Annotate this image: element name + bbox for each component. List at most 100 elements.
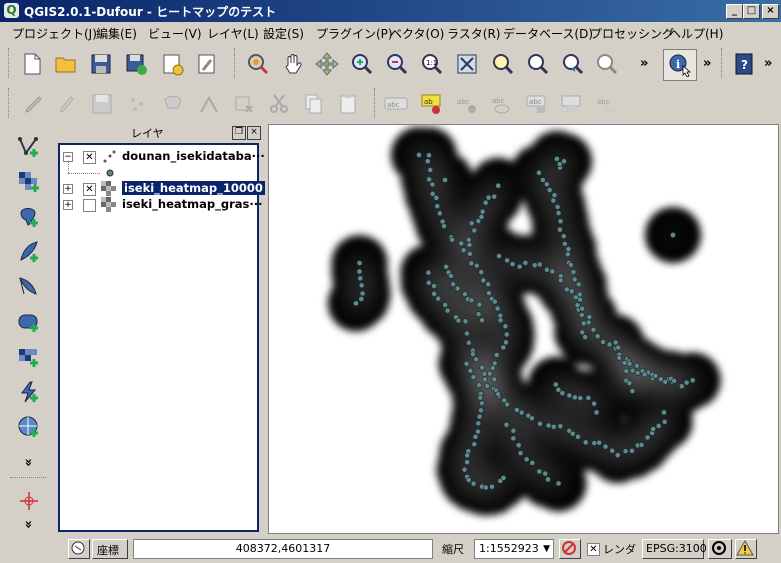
menu-view[interactable]: ビュー(V) [148, 25, 202, 42]
add-vector-layer-icon[interactable] [15, 133, 43, 161]
render-checkbox[interactable]: ✕ [587, 543, 600, 556]
edit-pencil-icon[interactable] [20, 90, 48, 118]
layer-row[interactable]: − ✕ dounan_isekidataba··· [60, 149, 265, 165]
left-toolbar-more-chevron[interactable]: » [21, 458, 36, 466]
menu-layer[interactable]: レイヤ(L) [207, 25, 259, 42]
move-feature-icon[interactable] [160, 90, 188, 118]
zoom-to-layer-icon[interactable] [488, 50, 516, 78]
add-mssql-layer-icon[interactable] [15, 273, 43, 301]
menu-database[interactable]: データベース(D) [503, 25, 593, 42]
new-shapefile-icon[interactable] [15, 487, 43, 515]
zoom-to-selection-icon[interactable] [313, 50, 341, 78]
menu-edit[interactable]: 編集(E) [96, 25, 137, 42]
site-point [571, 394, 578, 401]
maximize-button[interactable]: □ [743, 4, 760, 19]
zoom-actual-size-icon[interactable]: 1:1 [418, 50, 446, 78]
layer-visibility-checkbox[interactable]: ✕ [83, 183, 96, 196]
label-properties-icon[interactable]: abc [593, 90, 621, 118]
change-label-icon[interactable] [558, 90, 586, 118]
add-spatialite-layer-icon[interactable] [15, 238, 43, 266]
menu-plugins[interactable]: プラグイン(P) [316, 25, 393, 42]
expand-toggle[interactable]: + [63, 184, 73, 194]
layers-tree[interactable]: − ✕ dounan_isekidataba··· + ✕ iseki_heat… [58, 143, 265, 532]
panel-splitter[interactable] [263, 124, 267, 534]
coordinate-field[interactable]: 408372,4601317 [133, 539, 433, 559]
layer-row[interactable]: + iseki_heatmap_gras··· [60, 197, 263, 213]
menu-raster[interactable]: ラスタ(R) [447, 25, 500, 42]
close-panel-button[interactable]: × [247, 126, 261, 140]
open-project-icon[interactable] [52, 50, 80, 78]
menu-vector[interactable]: ベクタ(O) [390, 25, 444, 42]
zoom-in-icon[interactable] [348, 50, 376, 78]
pan-to-selection-icon[interactable] [244, 50, 272, 78]
messages-button[interactable] [68, 539, 90, 559]
projection-settings-button[interactable] [708, 539, 732, 559]
move-label-icon[interactable]: abc [488, 90, 516, 118]
layer-visibility-checkbox[interactable] [83, 199, 96, 212]
site-point [449, 236, 456, 243]
pan-icon[interactable] [279, 50, 307, 78]
crs-status-button[interactable]: EPSG:3100 [642, 539, 707, 559]
layer-row[interactable]: + ✕ iseki_heatmap_10000 [60, 181, 265, 197]
rotate-label-icon[interactable]: abc [523, 90, 551, 118]
map-canvas[interactable] [268, 124, 779, 534]
scale-combobox[interactable]: 1:1552923 ▼ [474, 539, 554, 559]
help-icon[interactable]: ? [730, 50, 758, 78]
left-toolbar-more-chevron[interactable]: » [21, 520, 36, 528]
warning-button[interactable] [735, 539, 757, 559]
menu-project[interactable]: プロジェクト(J) [12, 25, 97, 42]
coordinate-toggle-button[interactable]: 座標 [92, 539, 128, 559]
float-panel-button[interactable]: ❐ [232, 126, 246, 140]
menu-processing[interactable]: プロセッシング [590, 25, 674, 42]
identify-icon[interactable]: i [663, 49, 697, 81]
layer-name[interactable]: dounan_isekidataba··· [122, 149, 265, 163]
save-edits-icon[interactable] [88, 90, 116, 118]
cut-icon[interactable] [265, 90, 293, 118]
label-icon[interactable]: abc [382, 90, 410, 118]
composer-manager-icon[interactable] [193, 50, 221, 78]
expand-toggle[interactable]: + [63, 200, 73, 210]
paste-icon[interactable] [334, 90, 362, 118]
refresh-icon[interactable] [592, 50, 620, 78]
site-point [442, 177, 448, 183]
add-oracle-layer-icon[interactable] [15, 308, 43, 336]
toolbar-grip[interactable] [374, 88, 378, 118]
toolbar-grip[interactable] [234, 48, 238, 78]
close-button[interactable]: × [762, 4, 779, 19]
menu-help[interactable]: ヘルプ(H) [669, 25, 723, 42]
add-postgis-layer-icon[interactable] [15, 203, 43, 231]
show-hide-labels-icon[interactable]: abc [453, 90, 481, 118]
layer-visibility-checkbox[interactable]: ✕ [83, 151, 96, 164]
delete-selected-icon[interactable] [230, 90, 258, 118]
toggle-editing-icon[interactable] [53, 90, 81, 118]
new-project-icon[interactable] [18, 50, 46, 78]
pin-label-icon[interactable]: ab [418, 90, 446, 118]
add-wcs-layer-icon[interactable] [15, 378, 43, 406]
add-feature-icon[interactable] [123, 90, 151, 118]
save-as-icon[interactable] [122, 50, 150, 78]
menu-settings[interactable]: 設定(S) [263, 25, 304, 42]
zoom-out-icon[interactable] [383, 50, 411, 78]
stop-render-button[interactable] [559, 539, 581, 559]
new-print-composer-icon[interactable] [158, 50, 186, 78]
zoom-next-icon[interactable] [558, 50, 586, 78]
toolbar-grip[interactable] [721, 48, 725, 78]
toolbar-more-chevron[interactable]: » [640, 56, 648, 71]
toolbar-grip[interactable] [8, 88, 12, 118]
copy-icon[interactable] [299, 90, 327, 118]
toolbar-more-chevron[interactable]: » [703, 56, 711, 71]
add-wfs-layer-icon[interactable] [15, 413, 43, 441]
site-point [556, 226, 563, 233]
zoom-full-icon[interactable] [453, 50, 481, 78]
minimize-button[interactable]: _ [726, 4, 743, 19]
add-wms-layer-icon[interactable] [15, 343, 43, 371]
zoom-last-icon[interactable] [523, 50, 551, 78]
toolbar-more-chevron[interactable]: » [764, 56, 772, 71]
node-tool-icon[interactable] [195, 90, 223, 118]
add-raster-layer-icon[interactable] [15, 168, 43, 196]
save-project-icon[interactable] [87, 50, 115, 78]
toolbar-grip[interactable] [10, 477, 46, 480]
layer-name[interactable]: iseki_heatmap_gras··· [122, 197, 263, 211]
toolbar-grip[interactable] [8, 48, 12, 78]
layer-name[interactable]: iseki_heatmap_10000 [122, 181, 265, 195]
